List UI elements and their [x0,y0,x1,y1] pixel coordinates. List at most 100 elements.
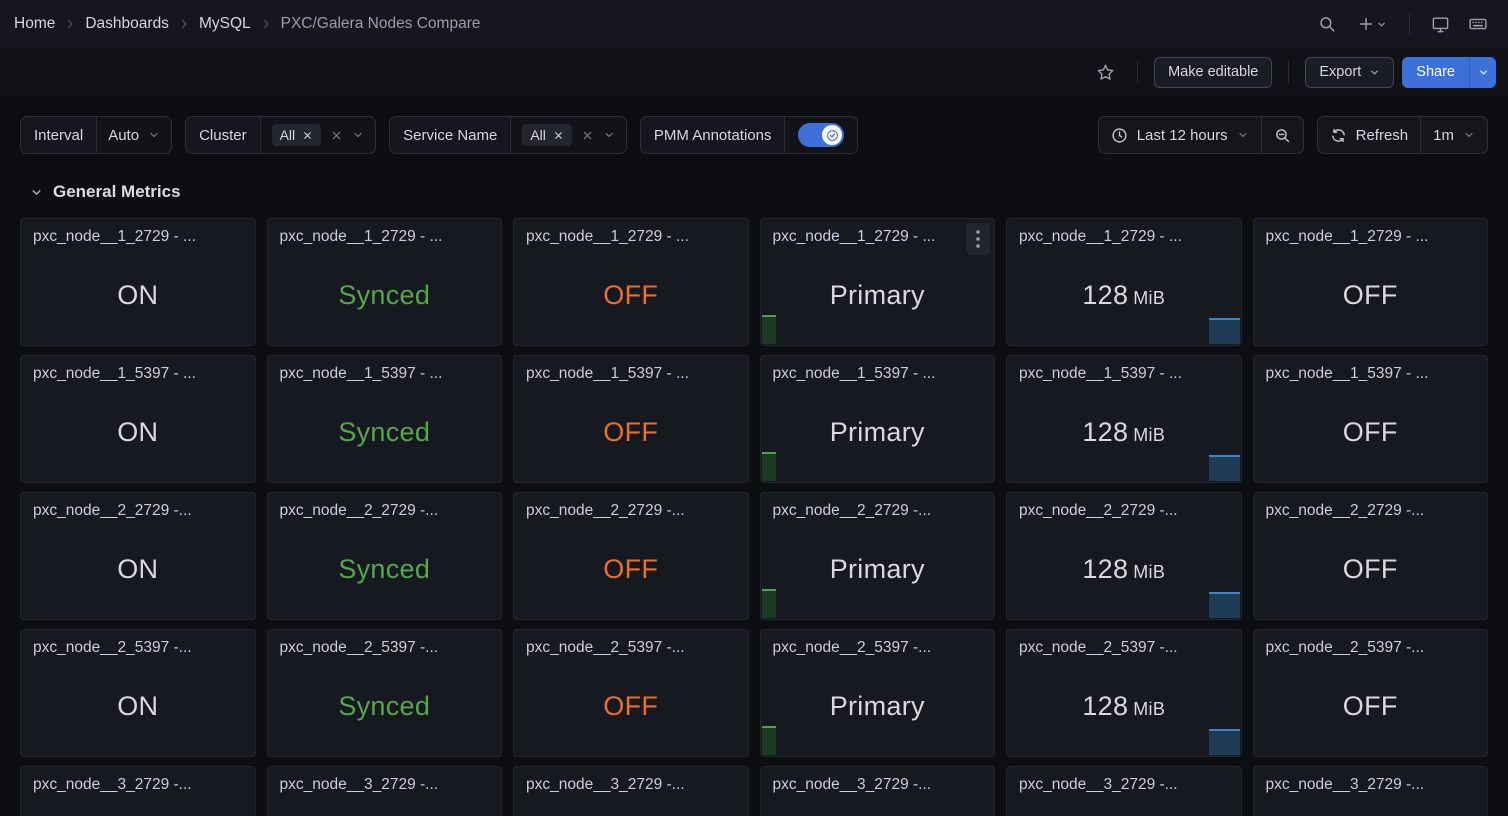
panel-title[interactable]: pxc_node__3_2729 -... [761,767,995,794]
cluster-select[interactable]: All [261,117,376,153]
panel-title[interactable]: pxc_node__1_5397 - ... [514,356,748,383]
panel-title[interactable]: pxc_node__2_5397 -... [1254,630,1488,657]
panel-body: OFF [514,520,748,619]
panel-title[interactable]: pxc_node__1_2729 - ... [21,219,255,246]
breadcrumb-dashboards[interactable]: Dashboards [85,15,169,33]
panel-title[interactable]: pxc_node__1_5397 - ... [761,356,995,383]
zoom-out-button[interactable] [1261,117,1303,153]
panel-body: ON [21,246,255,345]
sparkline-bar [1209,455,1240,481]
divider [1288,61,1289,83]
keyboard-icon[interactable] [1462,8,1494,40]
panel-title[interactable]: pxc_node__1_5397 - ... [268,356,502,383]
cluster-chip[interactable]: All [272,124,322,146]
panel-title[interactable]: pxc_node__2_5397 -... [761,630,995,657]
stat-panel: pxc_node__3_2729 -... [267,766,503,816]
panel-title[interactable]: pxc_node__3_2729 -... [1007,767,1241,794]
breadcrumb: Home Dashboards MySQL PXC/Galera Nodes C… [14,15,481,33]
export-button[interactable]: Export [1305,57,1394,88]
time-range-button[interactable]: Last 12 hours [1099,117,1261,153]
panel-value: Synced [338,419,430,446]
stat-panel: pxc_node__1_5397 - ... OFF [1253,355,1489,483]
panel-body: Synced [268,383,502,482]
chevron-down-icon [1369,67,1380,78]
star-icon[interactable] [1089,56,1121,88]
panel-body: 128MiB [1007,520,1241,619]
panel-title[interactable]: pxc_node__1_2729 - ... [514,219,748,246]
make-editable-button[interactable]: Make editable [1154,57,1272,88]
service-name-chip[interactable]: All [522,124,572,146]
search-icon[interactable] [1311,8,1343,40]
pmm-annotations-toggle[interactable] [798,123,844,147]
panel-body [1254,794,1488,816]
refresh-interval-select[interactable]: 1m [1420,117,1487,153]
panel-title[interactable]: pxc_node__3_2729 -... [21,767,255,794]
dashboard-toolbar: Make editable Export Share [0,48,1508,96]
sparkline-bar [762,726,776,755]
panel-body: OFF [514,383,748,482]
panel-title[interactable]: pxc_node__2_2729 -... [1254,493,1488,520]
share-menu-button[interactable] [1469,57,1496,88]
panel-value: ON [117,419,158,446]
panel-title[interactable]: pxc_node__2_2729 -... [21,493,255,520]
share-button[interactable]: Share [1402,57,1469,88]
panel-title[interactable]: pxc_node__1_2729 - ... [761,219,995,246]
panel-value: Primary [830,419,925,446]
interval-filter: Interval Auto [20,116,172,154]
panel-value: Synced [338,282,430,309]
panel-title[interactable]: pxc_node__3_2729 -... [1254,767,1488,794]
panel-value: Primary [830,282,925,309]
panel-title[interactable]: pxc_node__2_5397 -... [21,630,255,657]
cluster-label: Cluster [186,117,261,153]
breadcrumb-home[interactable]: Home [14,15,55,33]
top-nav-bar: Home Dashboards MySQL PXC/Galera Nodes C… [0,0,1508,48]
panel-body [268,794,502,816]
panel-title[interactable]: pxc_node__1_2729 - ... [268,219,502,246]
interval-select[interactable]: Auto [97,117,171,153]
panel-value-unit: MiB [1133,699,1165,719]
panel-title[interactable]: pxc_node__3_2729 -... [514,767,748,794]
panel-title[interactable]: pxc_node__2_2729 -... [761,493,995,520]
panel-title[interactable]: pxc_node__1_5397 - ... [1007,356,1241,383]
section-general-metrics[interactable]: General Metrics [30,180,1508,204]
panel-value: OFF [1343,693,1398,720]
add-menu-button[interactable] [1349,8,1395,40]
service-name-select[interactable]: All [511,117,626,153]
panel-title[interactable]: pxc_node__1_5397 - ... [1254,356,1488,383]
sparkline-bar [1209,729,1240,755]
panel-body [514,794,748,816]
refresh-icon [1330,127,1347,144]
panel-title[interactable]: pxc_node__1_2729 - ... [1007,219,1241,246]
panel-body: OFF [514,657,748,756]
sparkline-bar [762,589,776,618]
panel-title[interactable]: pxc_node__3_2729 -... [268,767,502,794]
chevron-down-icon [1237,129,1249,141]
panel-title[interactable]: pxc_node__1_2729 - ... [1254,219,1488,246]
stat-panel: pxc_node__1_2729 - ... 128MiB [1006,218,1242,346]
panel-value: OFF [1343,282,1398,309]
service-name-filter: Service Name All [389,116,627,154]
refresh-picker: Refresh 1m [1317,116,1488,154]
panel-menu-kebab-icon[interactable] [966,223,990,255]
panel-title[interactable]: pxc_node__2_5397 -... [268,630,502,657]
refresh-label: Refresh [1356,127,1409,144]
clear-selection-icon[interactable] [581,129,594,142]
panel-value: Primary [830,556,925,583]
panel-body: Synced [268,520,502,619]
pmm-annotations-filter: PMM Annotations [640,116,859,154]
panel-value: OFF [603,693,658,720]
monitor-icon[interactable] [1424,8,1456,40]
filters-row: Interval Auto Cluster All Service Name [20,116,1488,154]
panel-title[interactable]: pxc_node__2_5397 -... [1007,630,1241,657]
sparkline-bar [762,315,776,344]
panel-title[interactable]: pxc_node__1_5397 - ... [21,356,255,383]
breadcrumb-mysql[interactable]: MySQL [199,15,251,33]
panel-title[interactable]: pxc_node__2_2729 -... [1007,493,1241,520]
panel-title[interactable]: pxc_node__2_5397 -... [514,630,748,657]
panel-title[interactable]: pxc_node__2_2729 -... [268,493,502,520]
refresh-button[interactable]: Refresh [1318,117,1421,153]
panel-value: OFF [1343,419,1398,446]
panel-title[interactable]: pxc_node__2_2729 -... [514,493,748,520]
clear-selection-icon[interactable] [330,129,343,142]
chevron-down-icon [352,129,364,141]
